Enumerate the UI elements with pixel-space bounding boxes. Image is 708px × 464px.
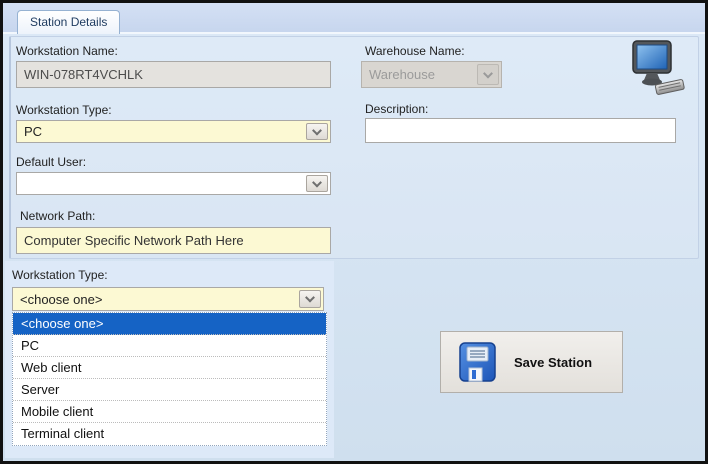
tab-station-details[interactable]: Station Details <box>17 10 121 34</box>
workstation-type-value: PC <box>24 124 43 139</box>
type-picker-label: Workstation Type: <box>12 268 108 282</box>
description-label: Description: <box>365 102 429 116</box>
chevron-down-icon <box>312 125 322 136</box>
workstation-type-combo[interactable]: PC <box>16 120 331 143</box>
floppy-disk-icon <box>459 342 496 382</box>
workstation-name-label: Workstation Name: <box>16 44 118 58</box>
network-path-field[interactable] <box>16 227 331 254</box>
default-user-dropdown-button[interactable] <box>306 175 328 192</box>
warehouse-name-combo: Warehouse <box>361 61 502 88</box>
type-picker-dropdown-button[interactable] <box>299 290 321 308</box>
type-picker-open-list[interactable]: <choose one> PC Web client Server Mobile… <box>12 312 327 446</box>
warehouse-name-label: Warehouse Name: <box>365 44 465 58</box>
chevron-down-icon <box>483 68 493 79</box>
save-station-button[interactable]: Save Station <box>440 331 623 393</box>
default-user-label: Default User: <box>16 155 87 169</box>
computer-icon <box>632 40 685 95</box>
type-option[interactable]: Server <box>13 379 326 401</box>
chevron-down-icon <box>312 177 322 188</box>
warehouse-dropdown-button <box>477 64 499 85</box>
warehouse-name-value: Warehouse <box>369 67 435 82</box>
type-option[interactable]: PC <box>13 335 326 357</box>
network-path-label: Network Path: <box>20 209 96 223</box>
type-option[interactable]: <choose one> <box>13 313 326 335</box>
workstation-type-label: Workstation Type: <box>16 103 112 117</box>
workstation-name-field[interactable] <box>16 61 331 88</box>
save-station-label: Save Station <box>514 354 593 370</box>
chevron-down-icon <box>305 292 315 303</box>
workstation-type-dropdown-button[interactable] <box>306 123 328 140</box>
description-field[interactable] <box>365 118 676 143</box>
type-picker-value: <choose one> <box>20 291 103 307</box>
type-picker-combo[interactable]: <choose one> <box>12 287 324 311</box>
type-option[interactable]: Mobile client <box>13 401 326 423</box>
type-option[interactable]: Web client <box>13 357 326 379</box>
default-user-combo[interactable] <box>16 172 331 195</box>
default-user-value <box>24 173 304 194</box>
tab-strip: Station Details <box>3 3 705 34</box>
station-details-window: Station Details Workstation Name: Workst… <box>0 0 708 464</box>
type-option[interactable]: Terminal client <box>13 423 326 445</box>
